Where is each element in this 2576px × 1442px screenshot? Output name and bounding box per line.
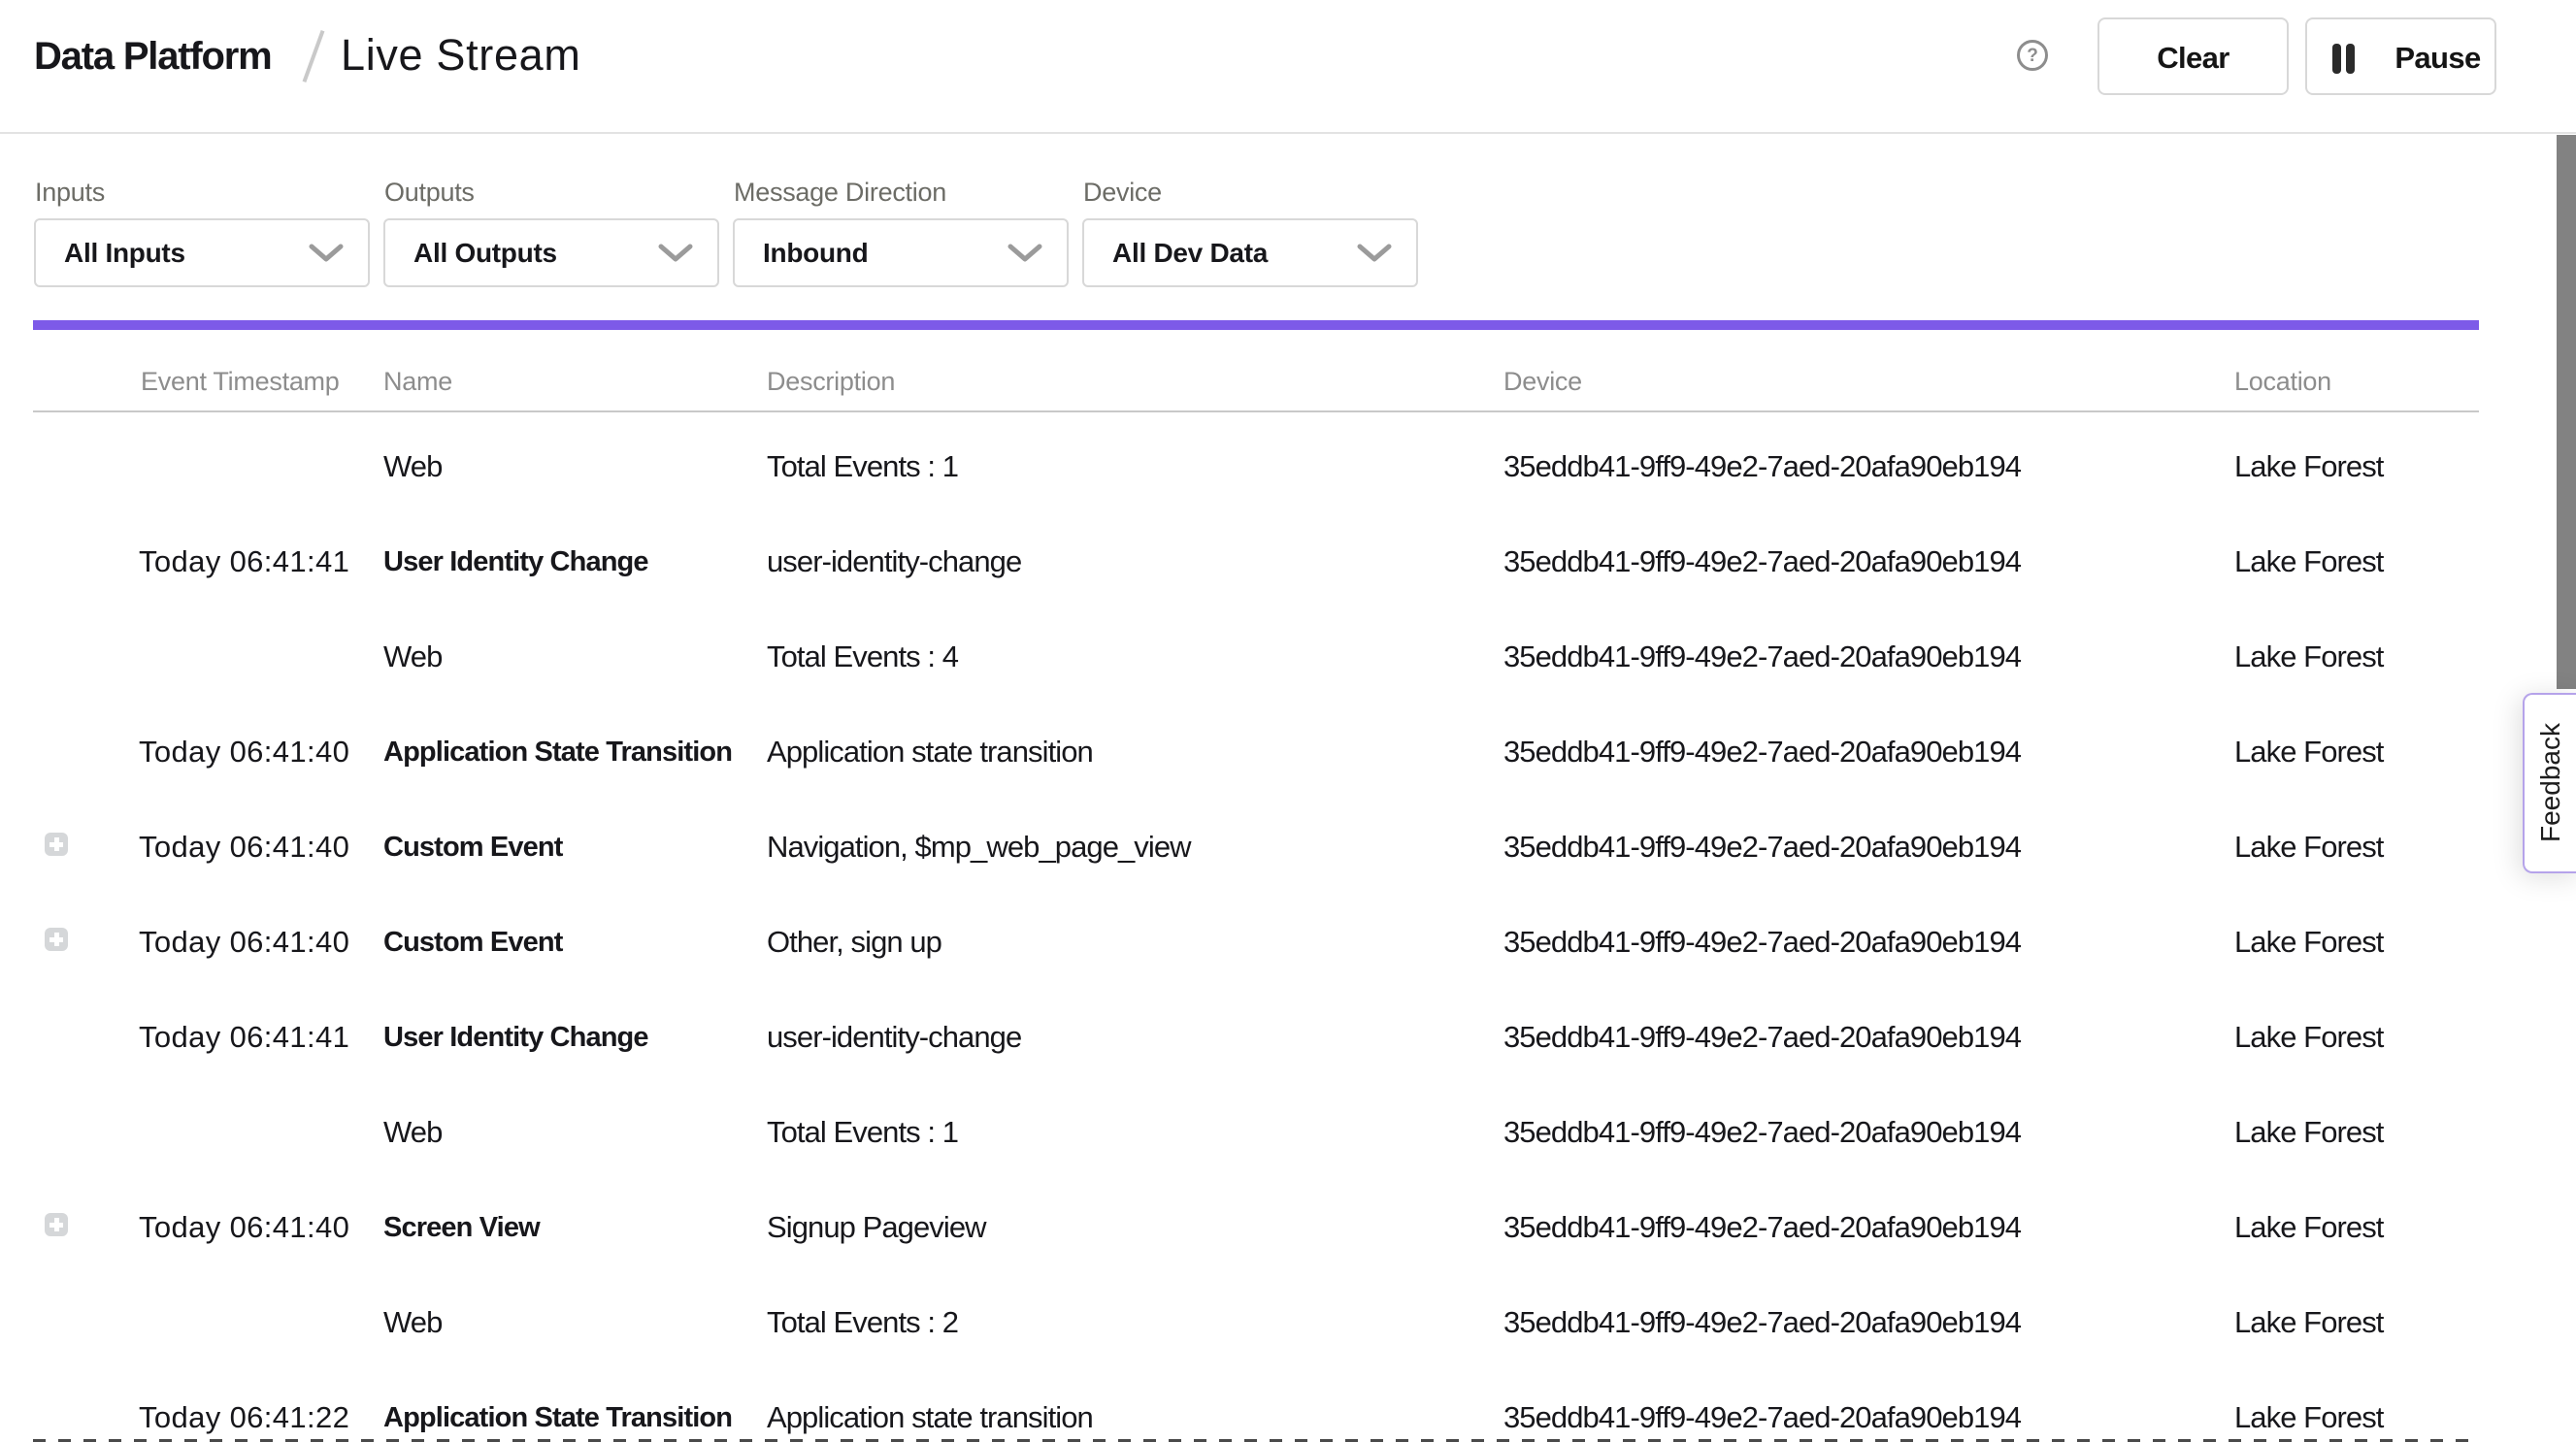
svg-text:?: ?: [2027, 46, 2038, 66]
